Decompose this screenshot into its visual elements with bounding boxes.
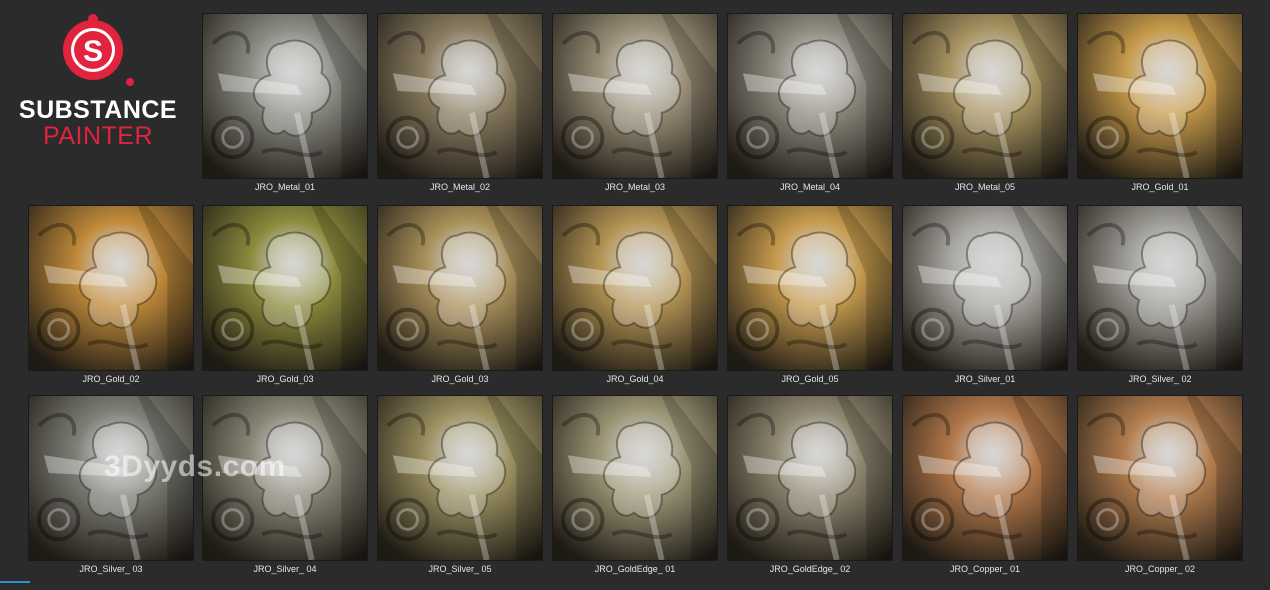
- material-label: JRO_Metal_02: [429, 182, 491, 192]
- material-tile[interactable]: JRO_Silver_ 04: [202, 395, 368, 574]
- material-tile[interactable]: JRO_Metal_03: [552, 13, 718, 192]
- material-label: JRO_Copper_ 02: [1124, 564, 1196, 574]
- material-thumbnail[interactable]: [377, 13, 543, 179]
- material-tile[interactable]: JRO_GoldEdge_ 01: [552, 395, 718, 574]
- ornament-preview-image: [203, 14, 367, 178]
- material-thumbnail[interactable]: [552, 13, 718, 179]
- material-tile[interactable]: JRO_Copper_ 02: [1077, 395, 1243, 574]
- ornament-preview-image: [29, 206, 193, 370]
- material-tile[interactable]: JRO_Gold_04: [552, 205, 718, 384]
- material-tile[interactable]: JRO_Metal_01: [202, 13, 368, 192]
- material-thumbnail[interactable]: [902, 205, 1068, 371]
- material-label: JRO_Metal_04: [779, 182, 841, 192]
- ornament-preview-image: [553, 14, 717, 178]
- material-thumbnail[interactable]: [1077, 13, 1243, 179]
- logo-line-1: SUBSTANCE: [18, 96, 178, 124]
- material-label: JRO_Gold_05: [781, 374, 839, 384]
- material-label: JRO_Metal_01: [254, 182, 316, 192]
- material-tile[interactable]: JRO_Gold_05: [727, 205, 893, 384]
- ornament-preview-image: [728, 396, 892, 560]
- material-label: JRO_GoldEdge_ 02: [769, 564, 851, 574]
- material-thumbnail[interactable]: [377, 205, 543, 371]
- material-thumbnail[interactable]: [1077, 395, 1243, 561]
- material-label: JRO_GoldEdge_ 01: [594, 564, 676, 574]
- material-thumbnail[interactable]: [202, 205, 368, 371]
- material-tile[interactable]: JRO_Copper_ 01: [902, 395, 1068, 574]
- substance-painter-logo: S SUBSTANCE PAINTER: [18, 14, 178, 154]
- material-label: JRO_Gold_03: [431, 374, 489, 384]
- material-tile[interactable]: JRO_Silver_ 02: [1077, 205, 1243, 384]
- substance-s-icon: S: [63, 14, 134, 86]
- material-tile[interactable]: JRO_GoldEdge_ 02: [727, 395, 893, 574]
- ornament-preview-image: [378, 14, 542, 178]
- ornament-preview-image: [728, 206, 892, 370]
- material-tile[interactable]: JRO_Silver_ 03: [28, 395, 194, 574]
- ornament-preview-image: [903, 396, 1067, 560]
- ornament-preview-image: [378, 396, 542, 560]
- material-label: JRO_Gold_03: [256, 374, 314, 384]
- material-label: JRO_Silver_ 03: [79, 564, 143, 574]
- material-tile[interactable]: JRO_Silver_01: [902, 205, 1068, 384]
- ornament-preview-image: [553, 206, 717, 370]
- ornament-preview-image: [553, 396, 717, 560]
- material-label: JRO_Silver_ 04: [253, 564, 317, 574]
- ornament-preview-image: [1078, 396, 1242, 560]
- material-tile[interactable]: JRO_Gold_02: [28, 205, 194, 384]
- watermark: 3Dyyds.com: [104, 450, 286, 483]
- material-label: JRO_Gold_04: [606, 374, 664, 384]
- material-tile[interactable]: JRO_Gold_03: [202, 205, 368, 384]
- material-label: JRO_Gold_02: [82, 374, 140, 384]
- material-thumbnail[interactable]: [902, 395, 1068, 561]
- ornament-preview-image: [903, 14, 1067, 178]
- material-thumbnail[interactable]: [202, 13, 368, 179]
- corner-indicator: [0, 581, 30, 590]
- logo-line-2: PAINTER: [43, 122, 153, 150]
- material-label: JRO_Copper_ 01: [949, 564, 1021, 574]
- material-label: JRO_Silver_ 02: [1128, 374, 1192, 384]
- material-thumbnail[interactable]: [377, 395, 543, 561]
- material-thumbnail[interactable]: [902, 13, 1068, 179]
- material-tile[interactable]: JRO_Gold_03: [377, 205, 543, 384]
- material-tile[interactable]: JRO_Metal_04: [727, 13, 893, 192]
- material-thumbnail[interactable]: [727, 395, 893, 561]
- material-tile[interactable]: JRO_Gold_01: [1077, 13, 1243, 192]
- material-label: JRO_Metal_03: [604, 182, 666, 192]
- material-thumbnail[interactable]: [28, 205, 194, 371]
- material-thumbnail[interactable]: [552, 205, 718, 371]
- ornament-preview-image: [1078, 14, 1242, 178]
- material-thumbnail[interactable]: [1077, 205, 1243, 371]
- material-thumbnail[interactable]: [727, 13, 893, 179]
- ornament-preview-image: [903, 206, 1067, 370]
- ornament-preview-image: [378, 206, 542, 370]
- ornament-preview-image: [1078, 206, 1242, 370]
- material-tile[interactable]: JRO_Metal_05: [902, 13, 1068, 192]
- material-label: JRO_Silver_ 05: [428, 564, 492, 574]
- material-label: JRO_Metal_05: [954, 182, 1016, 192]
- ornament-preview-image: [728, 14, 892, 178]
- svg-text:S: S: [83, 35, 103, 68]
- material-tile[interactable]: JRO_Silver_ 05: [377, 395, 543, 574]
- material-label: JRO_Gold_01: [1131, 182, 1189, 192]
- material-label: JRO_Silver_01: [954, 374, 1016, 384]
- material-tile[interactable]: JRO_Metal_02: [377, 13, 543, 192]
- material-thumbnail[interactable]: [552, 395, 718, 561]
- material-thumbnail[interactable]: [727, 205, 893, 371]
- ornament-preview-image: [203, 206, 367, 370]
